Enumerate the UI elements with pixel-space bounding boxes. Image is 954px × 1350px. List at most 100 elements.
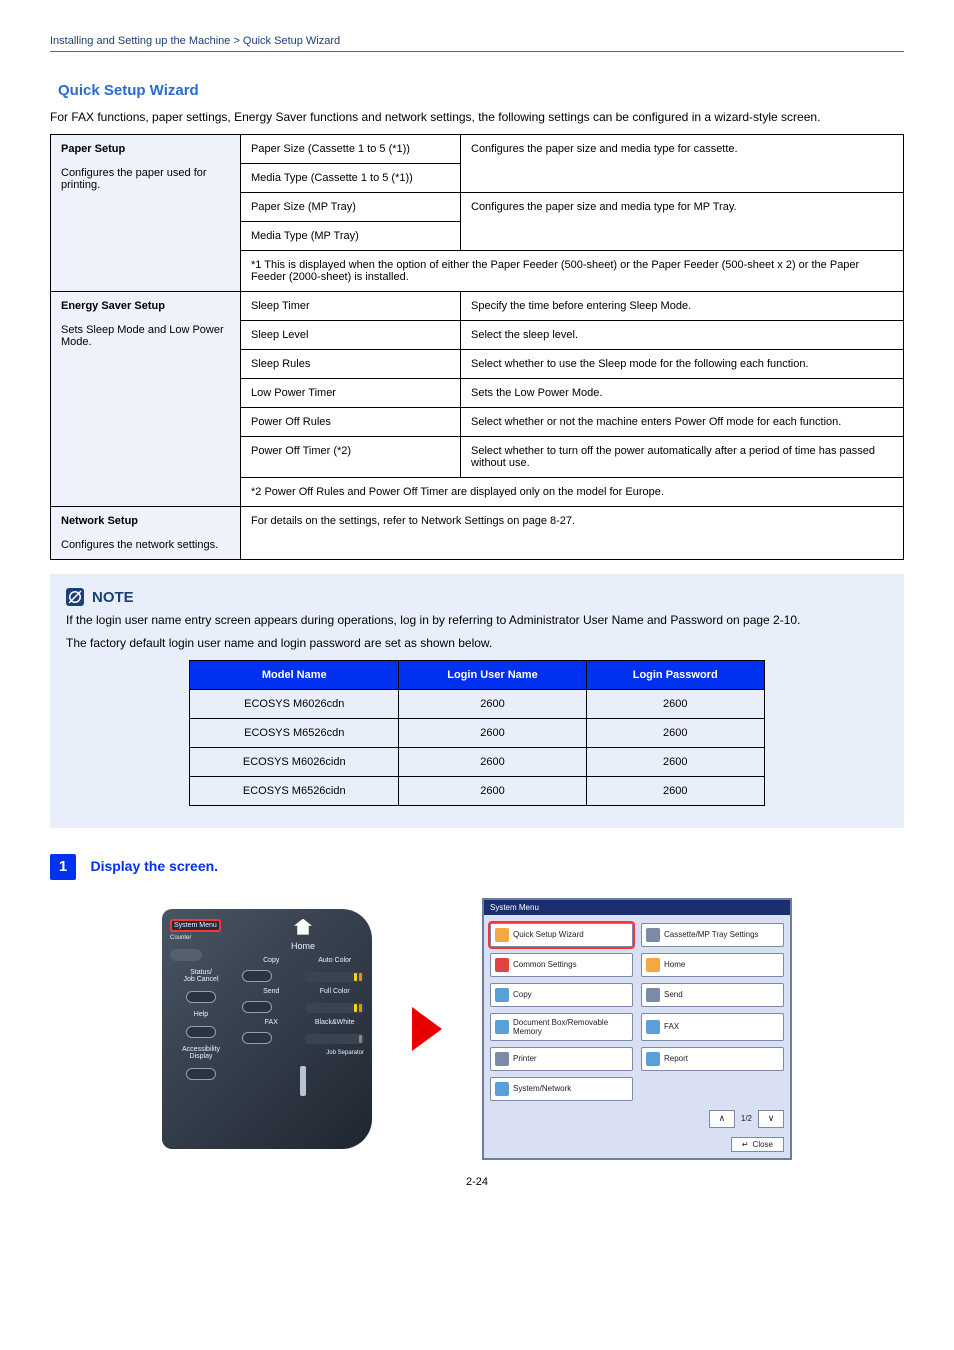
system-menu-key[interactable]: System Menu — [170, 919, 221, 932]
docbox-icon — [495, 1020, 509, 1034]
fax-label: FAX — [242, 1019, 301, 1026]
jobsep-indicator — [300, 1066, 306, 1096]
home-label: Home — [242, 941, 364, 951]
touch-send[interactable]: Send — [641, 983, 784, 1007]
touch-docbox[interactable]: Document Box/Removable Memory — [490, 1013, 633, 1041]
setting-sleep-level: Sleep Level — [241, 321, 461, 350]
bw-button[interactable] — [305, 1034, 364, 1044]
touch-printer[interactable]: Printer — [490, 1047, 633, 1071]
copy-label: Copy — [242, 957, 301, 964]
section-heading: Quick Setup Wizard — [50, 82, 904, 100]
login-th-model: Model Name — [190, 660, 399, 689]
cell: ECOSYS M6026cidn — [190, 747, 399, 776]
accessibility-button[interactable] — [186, 1068, 216, 1080]
note-heading: NOTE — [92, 589, 134, 606]
cell: ECOSYS M6026cdn — [190, 689, 399, 718]
touch-btn-label: Common Settings — [513, 960, 577, 969]
counter-label: Counter — [170, 935, 191, 941]
send-button[interactable] — [242, 1001, 272, 1013]
help-button[interactable] — [186, 1026, 216, 1038]
touch-btn-label: Document Box/Removable Memory — [513, 1018, 628, 1036]
printer-icon — [495, 1052, 509, 1066]
table-row: ECOSYS M6526cidn 2600 2600 — [190, 776, 764, 805]
enter-icon: ↵ — [742, 1140, 749, 1149]
paper-footnote: *1 This is displayed when the option of … — [241, 251, 904, 292]
control-panel: System Menu Counter Status/ Job Cancel H… — [162, 909, 372, 1149]
status-button[interactable] — [186, 991, 216, 1003]
intro-text: For FAX functions, paper settings, Energ… — [50, 110, 904, 124]
setting-cassette-size: Paper Size (Cassette 1 to 5 (*1)) — [241, 135, 461, 164]
settings-icon — [495, 958, 509, 972]
page-down[interactable]: ∨ — [758, 1110, 784, 1128]
settings-table: Paper Setup Configures the paper used fo… — [50, 134, 904, 560]
home-icon — [294, 919, 312, 935]
bw-label: Black&White — [305, 1019, 364, 1026]
group-paper: Paper Setup Configures the paper used fo… — [51, 135, 241, 292]
cell: 2600 — [586, 776, 764, 805]
group-network-title: Network Setup — [61, 515, 138, 527]
group-energy-desc: Sets Sleep Mode and Low Power Mode. — [61, 324, 224, 348]
touch-common[interactable]: Common Settings — [490, 953, 633, 977]
sysmenu-button[interactable] — [170, 949, 202, 961]
step-number: 1 — [50, 854, 76, 880]
step-title: Display the screen. — [90, 858, 218, 874]
copy-icon — [495, 988, 509, 1002]
touch-btn-label: Send — [664, 990, 683, 999]
send-label: Send — [242, 988, 301, 995]
autocolor-button[interactable] — [305, 972, 364, 982]
setting-sleep-rules: Sleep Rules — [241, 350, 461, 379]
login-th-pass: Login Password — [586, 660, 764, 689]
touch-btn-label: Cassette/MP Tray Settings — [664, 930, 759, 939]
arrow-icon — [412, 1007, 442, 1051]
close-label: Close — [753, 1140, 773, 1149]
cell: 2600 — [586, 718, 764, 747]
detail-sleep-rules: Select whether to use the Sleep mode for… — [461, 350, 904, 379]
touch-system-network[interactable]: System/Network — [490, 1077, 633, 1101]
setting-low-power: Low Power Timer — [241, 379, 461, 408]
group-paper-desc: Configures the paper used for printing. — [61, 167, 207, 191]
send-icon — [646, 988, 660, 1002]
setting-off-rules: Power Off Rules — [241, 408, 461, 437]
wizard-icon — [495, 928, 509, 942]
touch-report[interactable]: Report — [641, 1047, 784, 1071]
status-label: Status/ Job Cancel — [170, 969, 232, 983]
touch-screen: System Menu Quick Setup Wizard Cassette/… — [482, 898, 792, 1160]
touch-copy[interactable]: Copy — [490, 983, 633, 1007]
touch-btn-label: Quick Setup Wizard — [513, 930, 584, 939]
breadcrumb: Installing and Setting up the Machine > … — [50, 35, 340, 47]
cell: 2600 — [399, 718, 587, 747]
detail-mp: Configures the paper size and media type… — [461, 193, 904, 251]
note-line1: If the login user name entry screen appe… — [66, 612, 888, 629]
header-rule — [50, 51, 904, 52]
tray-icon — [646, 928, 660, 942]
cell: 2600 — [586, 689, 764, 718]
touch-btn-label: Home — [664, 960, 685, 969]
setting-mp-size: Paper Size (MP Tray) — [241, 193, 461, 222]
detail-sleep-timer: Specify the time before entering Sleep M… — [461, 292, 904, 321]
setting-mp-type: Media Type (MP Tray) — [241, 222, 461, 251]
home-icon — [646, 958, 660, 972]
touch-home[interactable]: Home — [641, 953, 784, 977]
group-network: Network Setup Configures the network set… — [51, 507, 241, 560]
close-button[interactable]: ↵ Close — [731, 1137, 784, 1152]
detail-off-timer: Select whether to turn off the power aut… — [461, 437, 904, 478]
copy-button[interactable] — [242, 970, 272, 982]
setting-off-timer: Power Off Timer (*2) — [241, 437, 461, 478]
touch-title: System Menu — [484, 900, 790, 915]
touch-fax[interactable]: FAX — [641, 1013, 784, 1041]
help-label: Help — [170, 1011, 232, 1018]
fullcolor-button[interactable] — [305, 1003, 364, 1013]
cell: 2600 — [399, 776, 587, 805]
touch-quick-setup[interactable]: Quick Setup Wizard — [490, 923, 633, 947]
setting-sleep-timer: Sleep Timer — [241, 292, 461, 321]
fullcolor-label: Full Color — [305, 988, 364, 995]
autocolor-label: Auto Color — [305, 957, 364, 964]
touch-btn-label: FAX — [664, 1022, 679, 1031]
fax-button[interactable] — [242, 1032, 272, 1044]
group-energy: Energy Saver Setup Sets Sleep Mode and L… — [51, 292, 241, 507]
page-up[interactable]: ∧ — [709, 1110, 735, 1128]
group-energy-title: Energy Saver Setup — [61, 300, 165, 312]
energy-footnote: *2 Power Off Rules and Power Off Timer a… — [241, 478, 904, 507]
network-detail: For details on the settings, refer to Ne… — [241, 507, 904, 560]
touch-cassette[interactable]: Cassette/MP Tray Settings — [641, 923, 784, 947]
